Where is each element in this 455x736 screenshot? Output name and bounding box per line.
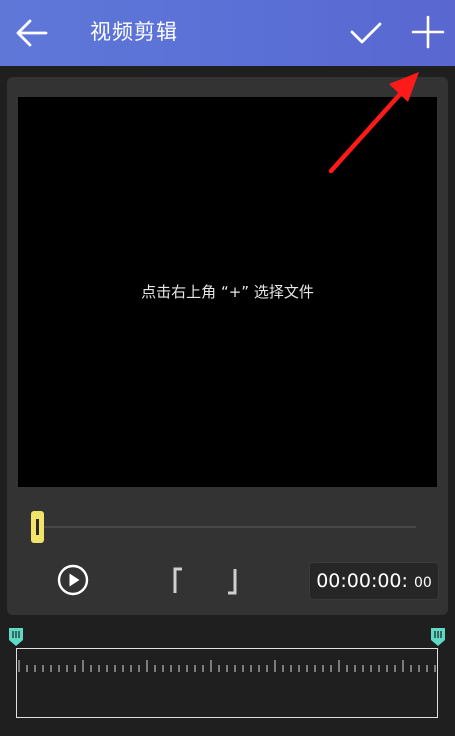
timeline-end-marker[interactable]: [430, 627, 446, 647]
preview-hint: 点击右上角 “+” 选择文件: [141, 283, 314, 301]
page-title: 视频剪辑: [90, 20, 178, 44]
video-preview[interactable]: 点击右上角 “+” 选择文件: [18, 97, 437, 487]
check-icon[interactable]: [347, 14, 385, 52]
plus-icon[interactable]: [408, 12, 448, 52]
app-bar: 视频剪辑: [0, 0, 455, 66]
scrubber-track[interactable]: [40, 526, 416, 528]
timeline-start-marker[interactable]: [8, 627, 24, 647]
play-icon[interactable]: [57, 564, 89, 596]
timecode-frames: 00: [413, 575, 432, 591]
timecode-display: 00:00:00: 00: [309, 562, 439, 600]
timecode-main: 00:00:00:: [316, 570, 408, 592]
set-start-bracket-icon[interactable]: [172, 567, 184, 595]
set-end-bracket-icon[interactable]: [226, 567, 238, 595]
arrow-left-icon[interactable]: [12, 13, 52, 53]
scrubber-handle[interactable]: [31, 511, 44, 543]
timeline-ruler: [18, 660, 436, 672]
